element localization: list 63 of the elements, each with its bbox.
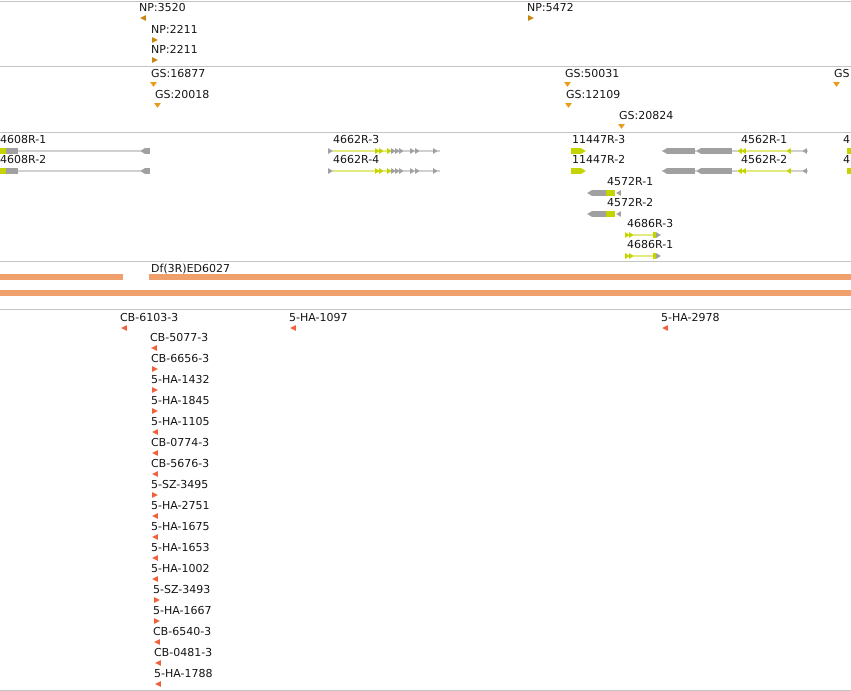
gene-model[interactable]: [662, 148, 808, 154]
feature-label[interactable]: CB-5077-3: [150, 331, 208, 344]
marker-icon: [154, 103, 161, 108]
deletion-label[interactable]: Df(3R)ED6027: [151, 262, 230, 275]
gene-model[interactable]: [0, 148, 150, 154]
feature-label[interactable]: 5-HA-2978: [661, 311, 720, 324]
feature-label[interactable]: 5-HA-2751: [151, 499, 210, 512]
feature-label[interactable]: 5-HA-1097: [289, 311, 348, 324]
marker-icon: [618, 124, 625, 129]
gene-model[interactable]: [625, 232, 661, 238]
feature-label[interactable]: 5-SZ-3495: [151, 478, 208, 491]
feature-label[interactable]: GS: [834, 67, 850, 80]
gene-model[interactable]: [587, 211, 621, 217]
feature-label[interactable]: 5-HA-1675: [151, 520, 210, 533]
feature-label[interactable]: GS:50031: [565, 67, 620, 80]
marker-icon: [833, 82, 840, 87]
feature-label[interactable]: GS:20824: [619, 109, 674, 122]
gene-model[interactable]: [571, 168, 586, 174]
feature-label[interactable]: NP:2211: [151, 23, 198, 36]
transcript-label[interactable]: 4: [843, 153, 850, 166]
feature-label[interactable]: CB-0481-3: [154, 646, 212, 659]
feature-label[interactable]: 5-HA-1002: [151, 562, 210, 575]
transcript-label[interactable]: 4562R-2: [741, 153, 788, 166]
feature-label[interactable]: GS:20018: [155, 88, 210, 101]
gene-model[interactable]: [0, 168, 150, 174]
feature-label[interactable]: GS:16877: [151, 67, 206, 80]
feature-label[interactable]: CB-6103-3: [120, 311, 178, 324]
feature-label[interactable]: CB-6540-3: [153, 625, 212, 638]
feature-label[interactable]: 5-HA-1105: [151, 415, 210, 428]
transcript-label[interactable]: 4662R-3: [333, 133, 380, 146]
transcript-label[interactable]: 11447R-3: [572, 133, 626, 146]
gene-model[interactable]: [662, 168, 808, 174]
transcript-label[interactable]: 11447R-2: [572, 153, 626, 166]
transcript-label[interactable]: 4662R-4: [333, 153, 380, 166]
marker-icon: [150, 82, 157, 87]
feature-label[interactable]: CB-5676-3: [151, 457, 210, 470]
gene-model[interactable]: [587, 190, 621, 196]
gene-model[interactable]: [328, 148, 440, 154]
feature-label[interactable]: CB-0774-3: [151, 436, 210, 449]
feature-label[interactable]: GS:12109: [566, 88, 620, 101]
transcript-label[interactable]: 4572R-1: [607, 175, 654, 188]
transcript-label[interactable]: 4608R-2: [0, 153, 46, 166]
gene-model[interactable]: [625, 253, 661, 259]
marker-icon: [564, 82, 571, 87]
feature-label[interactable]: CB-6656-3: [151, 352, 210, 365]
feature-label[interactable]: 5-SZ-3493: [153, 583, 210, 596]
feature-label[interactable]: 5-HA-1667: [153, 604, 212, 617]
feature-label[interactable]: 5-HA-1845: [151, 394, 210, 407]
gene-model[interactable]: [328, 168, 440, 174]
feature-label[interactable]: 5-HA-1653: [151, 541, 210, 554]
transcript-label[interactable]: 4562R-1: [741, 133, 788, 146]
feature-label[interactable]: NP:5472: [527, 2, 574, 14]
feature-label[interactable]: NP:2211: [151, 43, 198, 56]
transcript-label[interactable]: 4686R-3: [627, 217, 674, 230]
transcript-label[interactable]: 4572R-2: [607, 196, 654, 209]
transcript-label[interactable]: 4: [843, 133, 850, 146]
feature-label[interactable]: 5-HA-1788: [154, 667, 212, 680]
transcript-label[interactable]: 4608R-1: [0, 133, 46, 146]
feature-label[interactable]: 5-HA-1432: [151, 373, 210, 386]
transcript-label[interactable]: 4686R-1: [627, 238, 674, 251]
feature-label[interactable]: NP:3520: [139, 2, 186, 14]
marker-icon: [565, 103, 572, 108]
gene-model[interactable]: [571, 148, 586, 154]
